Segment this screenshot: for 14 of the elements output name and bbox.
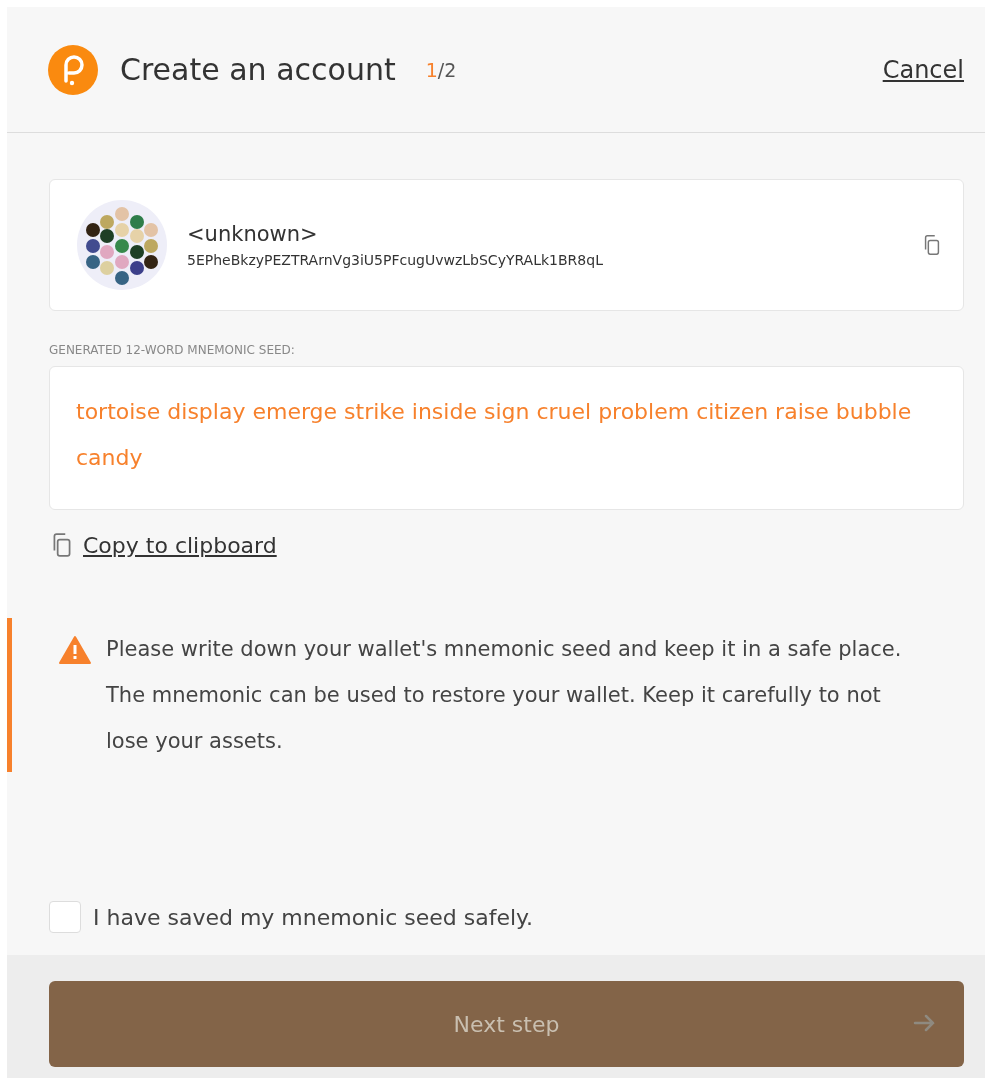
confirm-checkbox[interactable] bbox=[49, 901, 81, 933]
seed-label: GENERATED 12-WORD MNEMONIC SEED: bbox=[49, 343, 296, 357]
copy-link[interactable]: Copy to clipboard bbox=[49, 532, 277, 558]
seed-words: tortoise display emerge strike inside sign cruel problem citizen raise bubble candy bbox=[49, 366, 964, 510]
identicon-icon bbox=[77, 200, 167, 290]
confirm-label: I have saved my mnemonic seed safely. bbox=[93, 904, 533, 930]
account-address: 5EPheBkzyPEZTRArnVg3iU5PFcugUvwzLbSCyYRALk1BR8qL bbox=[187, 252, 604, 268]
warning-text: Please write down your wallet's mnemonic seed and keep it in a safe place. The mnemonic can be used to restore your wallet. Keep it carefully to not lose your assets. bbox=[106, 636, 903, 755]
step-counter: 1/2 bbox=[425, 58, 457, 81]
account-name: <unknown> bbox=[187, 222, 319, 246]
logo-icon bbox=[48, 44, 98, 95]
page-title: Create an account bbox=[120, 52, 396, 87]
cancel-link[interactable]: Cancel bbox=[882, 55, 964, 84]
warning-icon bbox=[58, 635, 92, 665]
